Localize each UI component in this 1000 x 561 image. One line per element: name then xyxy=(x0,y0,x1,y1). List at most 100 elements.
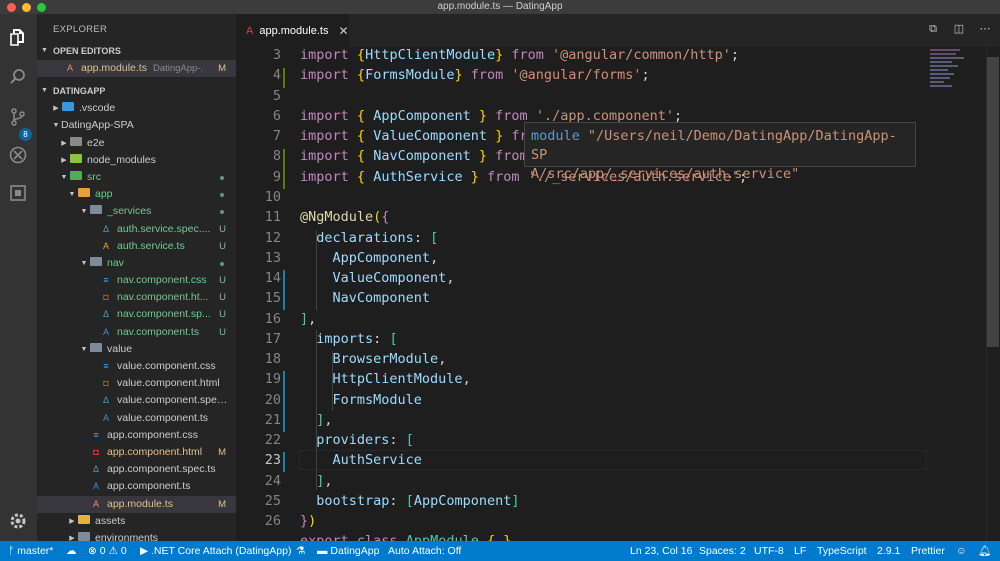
tree-item[interactable]: ▶ assets xyxy=(37,513,236,530)
tree-item-label: nav.component.ts xyxy=(117,325,200,338)
open-changes-icon[interactable]: ⧉ xyxy=(926,22,940,36)
folder-icon xyxy=(77,186,91,203)
debug-config-item[interactable]: ▶ .NET Core Attach (DatingApp) xyxy=(140,541,291,561)
notifications-icon[interactable]: 🔔︎ xyxy=(978,541,991,561)
code-line: FormsModule xyxy=(332,392,422,408)
folder-label: DatingApp xyxy=(330,545,380,557)
line-number: 17 xyxy=(264,331,281,347)
close-tab-icon[interactable]: ✕ xyxy=(338,24,348,38)
end-of-line[interactable]: LF xyxy=(794,541,806,561)
tree-item[interactable]: ▼ src xyxy=(37,169,236,186)
tree-item-label: value.component.css xyxy=(117,360,216,372)
auto-attach-item[interactable]: Auto Attach: Off xyxy=(388,541,461,561)
live-share-icon[interactable]: ⚗ xyxy=(296,541,305,561)
tree-item[interactable]: Δ value.component.spec.... xyxy=(37,392,236,409)
git-added-marker xyxy=(283,149,285,189)
tree-item-selected[interactable]: A app.module.ts M xyxy=(37,495,236,513)
tree-item[interactable]: ▼ DatingApp-SPA xyxy=(37,117,236,134)
tree-item[interactable]: Δ auth.service.spec.... U xyxy=(37,221,236,238)
css-icon: ≡ xyxy=(93,429,99,440)
problems-item[interactable]: ⊗ 0 ⚠ 0 xyxy=(88,541,127,561)
line-number: 10 xyxy=(264,189,281,205)
line-number: 13 xyxy=(264,250,281,266)
git-added-marker xyxy=(283,68,285,88)
minimap[interactable] xyxy=(930,47,986,91)
split-editor-icon[interactable]: ◫ xyxy=(952,22,966,36)
feedback-icon[interactable]: ☺ xyxy=(956,541,967,561)
sync-icon[interactable]: ☁ xyxy=(66,541,77,561)
workspace-header[interactable]: ▼ DATINGAPP xyxy=(37,82,236,100)
git-status: U xyxy=(219,292,226,304)
indentation[interactable]: Spaces: 2 xyxy=(699,541,746,561)
prettier-item[interactable]: Prettier xyxy=(911,541,945,561)
line-number: 20 xyxy=(264,392,281,408)
tree-item-label: .vscode xyxy=(79,102,116,115)
scrollbar-thumb[interactable] xyxy=(987,57,999,347)
ts-version[interactable]: 2.9.1 xyxy=(877,541,900,561)
tree-item[interactable]: ◘ nav.component.ht... U xyxy=(37,289,236,306)
angular-component-icon: A xyxy=(102,326,109,337)
tree-item[interactable]: A auth.service.ts U xyxy=(37,238,236,255)
line-number: 14 xyxy=(264,270,281,286)
angular-component-icon: A xyxy=(102,412,109,423)
line-number: 4 xyxy=(272,67,281,83)
html-icon: ◘ xyxy=(103,378,109,389)
tree-item-label: app.component.spec.ts xyxy=(107,463,216,476)
code-line: ValueComponent, xyxy=(332,270,455,286)
git-status: M xyxy=(218,63,226,74)
tree-item[interactable]: ▼ _services xyxy=(37,203,236,220)
language-mode[interactable]: TypeScript xyxy=(817,541,867,561)
hover-path: "/Users/neil/Demo/DatingApp/DatingApp-SP xyxy=(531,128,897,163)
tree-item[interactable]: ≡ value.component.css xyxy=(37,358,236,375)
code-editor[interactable]: 3 4 5 6 7 8 9 10 11 12 13 14 15 16 17 18 19 20 21 22 23 24 25 2… xyxy=(236,47,1000,541)
tree-item[interactable]: ≡ nav.component.css U xyxy=(37,272,236,289)
tree-item[interactable]: ◘ app.component.html M xyxy=(37,444,236,461)
tree-item-label: _services xyxy=(107,205,152,218)
tree-item[interactable]: A app.component.ts xyxy=(37,478,236,495)
encoding[interactable]: UTF-8 xyxy=(754,541,784,561)
line-number: 25 xyxy=(264,493,281,509)
tree-item[interactable]: A value.component.ts xyxy=(37,410,236,427)
code-line: ], xyxy=(316,412,333,428)
debug-icon[interactable] xyxy=(7,144,29,166)
tree-item[interactable]: Δ nav.component.sp... U xyxy=(37,306,236,323)
search-icon[interactable] xyxy=(7,66,29,88)
tree-item-label: nav xyxy=(107,256,124,269)
tree-item[interactable]: ▼ value xyxy=(37,341,236,358)
vertical-scrollbar[interactable] xyxy=(986,47,1000,541)
folder-icon xyxy=(89,255,103,272)
tree-item[interactable]: ◘ value.component.html xyxy=(37,375,236,392)
open-editor-item[interactable]: A app.module.ts DatingApp-... M xyxy=(37,60,236,78)
explorer-icon[interactable] xyxy=(7,26,29,48)
tree-item[interactable]: ▶ node_modules xyxy=(37,152,236,169)
tree-item-label: nav.component.css xyxy=(117,274,207,287)
tree-item[interactable]: ▼ nav xyxy=(37,255,236,272)
git-status: U xyxy=(219,309,226,321)
chevron-right-icon: ▶ xyxy=(69,534,75,541)
source-control-icon[interactable] xyxy=(7,106,29,128)
more-actions-icon[interactable]: ⋯ xyxy=(978,22,992,36)
tree-item[interactable]: ▶ environments xyxy=(37,530,236,541)
cursor-position[interactable]: Ln 23, Col 16 xyxy=(630,541,692,561)
tree-item[interactable]: Δ app.component.spec.ts xyxy=(37,461,236,478)
git-status: M xyxy=(218,446,226,458)
tree-item[interactable]: ▶ e2e xyxy=(37,135,236,152)
open-editors-header[interactable]: ▼ OPEN EDITORS xyxy=(37,42,236,60)
gear-icon[interactable] xyxy=(7,510,29,532)
css-icon: ≡ xyxy=(103,275,109,286)
git-branch-item[interactable]: ᚠ master* xyxy=(8,541,53,561)
tree-item-label: value xyxy=(107,342,133,355)
tree-item[interactable]: A nav.component.ts U xyxy=(37,324,236,341)
workspace-label: DATINGAPP xyxy=(53,86,106,97)
angular-icon: A xyxy=(66,63,73,73)
line-number: 11 xyxy=(264,209,281,225)
tree-item[interactable]: ▼ app xyxy=(37,186,236,203)
tree-item[interactable]: ▶ .vscode xyxy=(37,100,236,117)
code-line: AuthService xyxy=(332,452,422,468)
folder-item[interactable]: ▬ DatingApp xyxy=(317,541,379,561)
tree-item[interactable]: ≡ app.component.css xyxy=(37,427,236,444)
tab-app-module[interactable]: A app.module.ts ✕ xyxy=(236,14,349,47)
chevron-down-icon: ▼ xyxy=(41,87,48,95)
extensions-icon[interactable] xyxy=(7,182,29,204)
code-line: import {FormsModule} from '@angular/form… xyxy=(300,67,650,83)
